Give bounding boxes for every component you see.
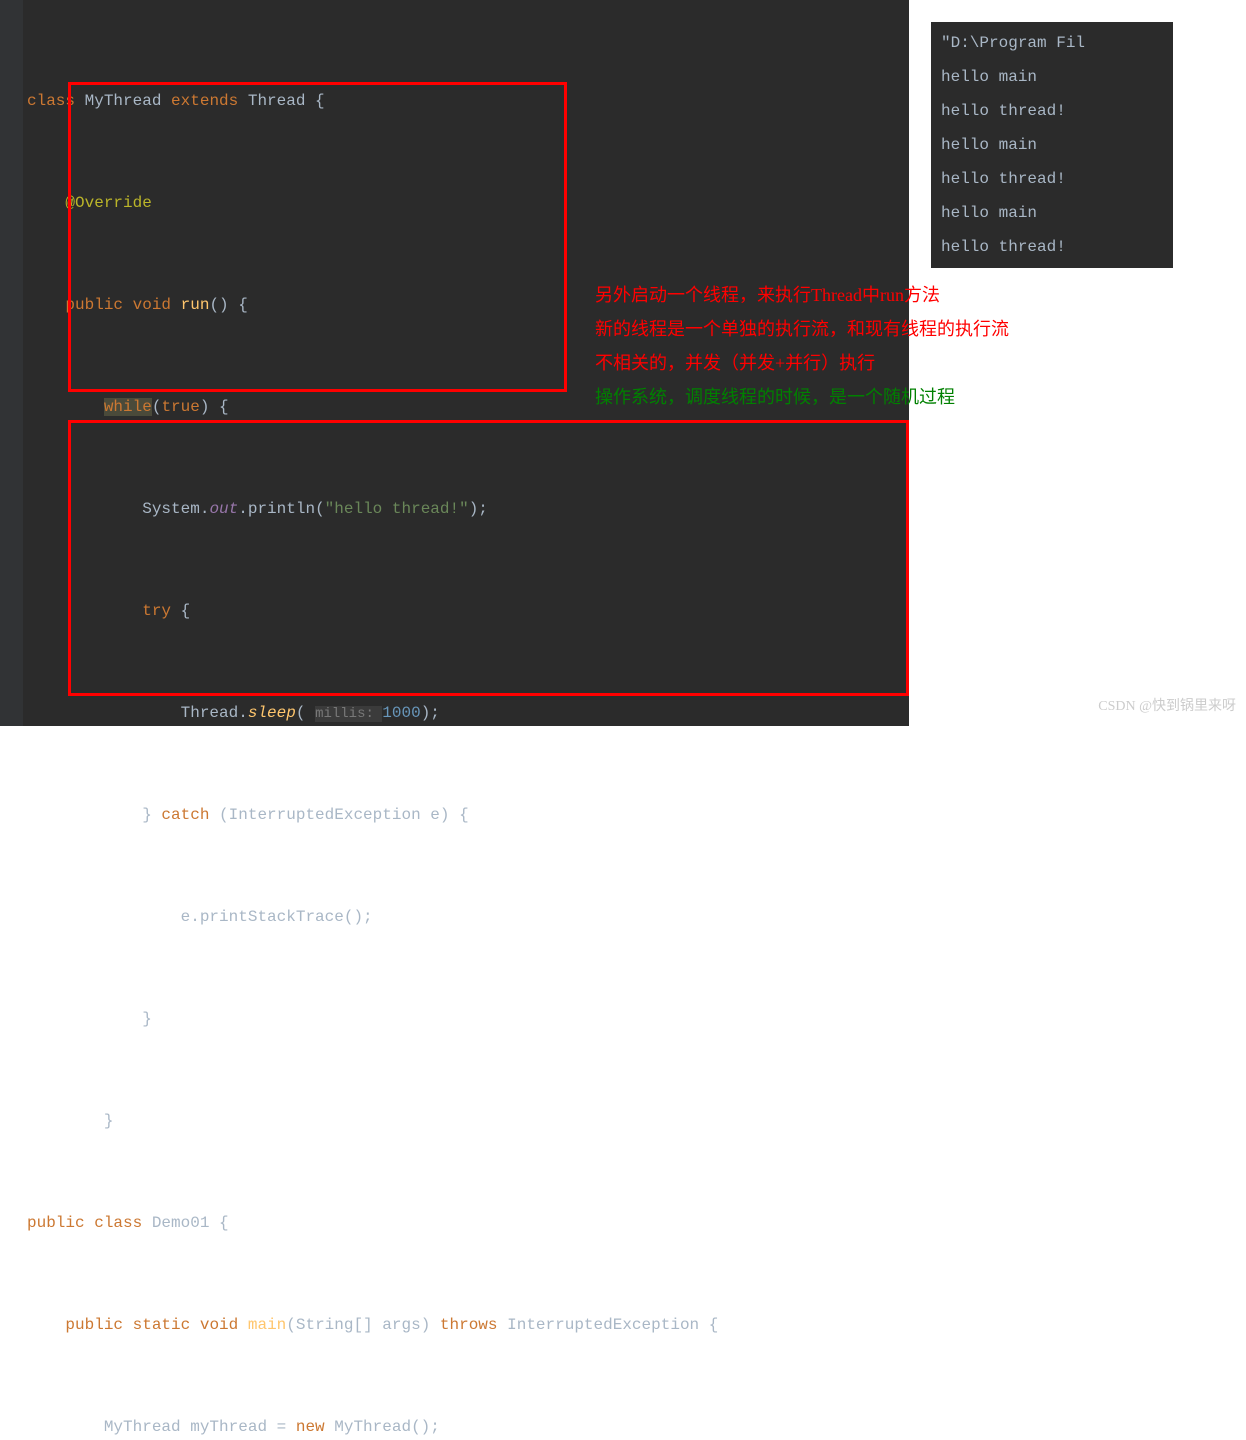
output-line: hello thread! — [941, 162, 1163, 196]
code-line[interactable]: try { — [23, 594, 909, 628]
output-line: hello main — [941, 60, 1163, 94]
output-line: hello main — [941, 128, 1163, 162]
annotation-red-3: 不相关的，并发（并发+并行）执行 — [595, 346, 1009, 380]
editor-gutter — [0, 0, 23, 726]
code-line[interactable]: class MyThread extends Thread { — [23, 84, 909, 118]
annotation-green-1: 操作系统，调度线程的时候，是一个随机过程 — [595, 380, 1009, 414]
annotation-red-1: 另外启动一个线程，来执行Thread中run方法 — [595, 278, 1009, 312]
watermark: CSDN @快到锅里来呀 — [1098, 695, 1236, 715]
code-line[interactable]: } — [23, 1002, 909, 1036]
code-line[interactable]: } — [23, 1104, 909, 1138]
annotation-red-2: 新的线程是一个单独的执行流，和现有线程的执行流 — [595, 312, 1009, 346]
annotation-text: 另外启动一个线程，来执行Thread中run方法 新的线程是一个单独的执行流，和… — [595, 278, 1009, 414]
code-line[interactable]: Thread.sleep( millis: 1000); — [23, 696, 909, 730]
code-line[interactable]: public static void main(String[] args) t… — [23, 1308, 909, 1342]
code-line[interactable]: } catch (InterruptedException e) { — [23, 798, 909, 832]
code-line[interactable]: e.printStackTrace(); — [23, 900, 909, 934]
code-content[interactable]: class MyThread extends Thread { @Overrid… — [23, 16, 909, 1440]
output-line: hello thread! — [941, 94, 1163, 128]
output-line: hello main — [941, 196, 1163, 230]
output-line: hello thread! — [941, 230, 1163, 264]
code-line[interactable]: public class Demo01 { — [23, 1206, 909, 1240]
code-line[interactable]: System.out.println("hello thread!"); — [23, 492, 909, 526]
code-line[interactable]: MyThread myThread = new MyThread(); — [23, 1410, 909, 1440]
code-line[interactable]: @Override — [23, 186, 909, 220]
output-line: "D:\Program Fil — [941, 26, 1163, 60]
console-output[interactable]: "D:\Program Fil hello main hello thread!… — [931, 22, 1173, 268]
